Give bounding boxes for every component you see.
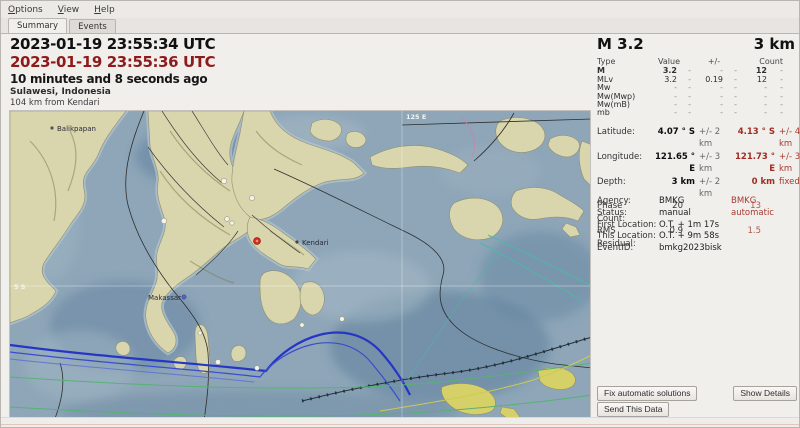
- kendari-label: Kendari: [302, 239, 329, 247]
- menu-help[interactable]: Help: [94, 5, 115, 15]
- event-id-row: EventID: bmkg2023bisk: [597, 243, 722, 254]
- lon-grid-label: 125 E: [406, 113, 426, 121]
- send-this-data-button[interactable]: Send This Data: [597, 402, 670, 417]
- agency-row: Agency: BMKG BMKG: [597, 196, 757, 206]
- tab-summary[interactable]: Summary: [8, 18, 68, 33]
- status-row: Status: manual automatic: [597, 207, 774, 218]
- summary-page: 2023-01-19 23:55:34 UTC 2023-01-19 23:55…: [1, 33, 800, 428]
- this-location-row: This Location: O.T. + 9m 58s: [597, 231, 720, 242]
- menu-options[interactable]: Options: [8, 5, 43, 15]
- meta-table: Agency: BMKG BMKG Status: manual automatic F…: [597, 196, 797, 255]
- menu-view[interactable]: View: [58, 5, 79, 15]
- event-summary-panel: M 3.2 3 km Type Value +/- Count M 3.2- - -1…: [593, 34, 800, 419]
- tab-bar: Summary Events: [1, 18, 799, 33]
- epicenter-marker: [253, 237, 261, 245]
- magnitude-table-header: Type Value +/- Count: [597, 57, 783, 66]
- kendari-dot: [295, 240, 299, 244]
- main-window: Options View Help Summary Events 2023-01…: [0, 0, 800, 428]
- first-location-row: First Location: O.T. + 1m 17s: [597, 219, 720, 230]
- balikpapan-label: Balikpapan: [57, 125, 96, 133]
- region-name: Sulawesi, Indonesia: [10, 87, 111, 97]
- latitude-row: Latitude: 4.07 ° S +/- 2 km 4.13 ° S +/- 4 k…: [597, 127, 800, 150]
- makassar-dot: [181, 294, 187, 300]
- automatic-origin-time: 2023-01-19 23:55:36 UTC: [10, 53, 216, 71]
- reference-distance: 104 km from Kendari: [10, 98, 100, 108]
- elapsed-time: 10 minutes and 8 seconds ago: [10, 72, 208, 86]
- menu-bar: Options View Help: [1, 1, 799, 19]
- map-widget[interactable]: 125 E 5 S Balikpapan Kendari Makassar: [7, 108, 600, 428]
- fix-automatic-solutions-button[interactable]: Fix automatic solutions: [597, 386, 698, 401]
- magnitude-value: M 3.2: [597, 35, 644, 53]
- longitude-row: Longitude: 121.65 ° E +/- 3 km 121.73 ° E +/…: [597, 151, 800, 175]
- depth-value: 3 km: [753, 35, 795, 53]
- balikpapan-dot: [50, 126, 54, 130]
- magnitude-table: Type Value +/- Count M 3.2- - -12- MLv 3.2-0…: [597, 57, 795, 118]
- lat-grid-label: 5 S: [14, 283, 26, 291]
- origin-time: 2023-01-19 23:55:34 UTC: [10, 35, 216, 53]
- tab-events[interactable]: Events: [69, 19, 116, 33]
- magnitude-row[interactable]: mb - - - - - -: [597, 109, 795, 118]
- makassar-label: Makassar: [148, 294, 181, 302]
- show-details-button[interactable]: Show Details: [733, 386, 797, 401]
- map[interactable]: 125 E 5 S Balikpapan Kendari Makassar: [7, 108, 600, 428]
